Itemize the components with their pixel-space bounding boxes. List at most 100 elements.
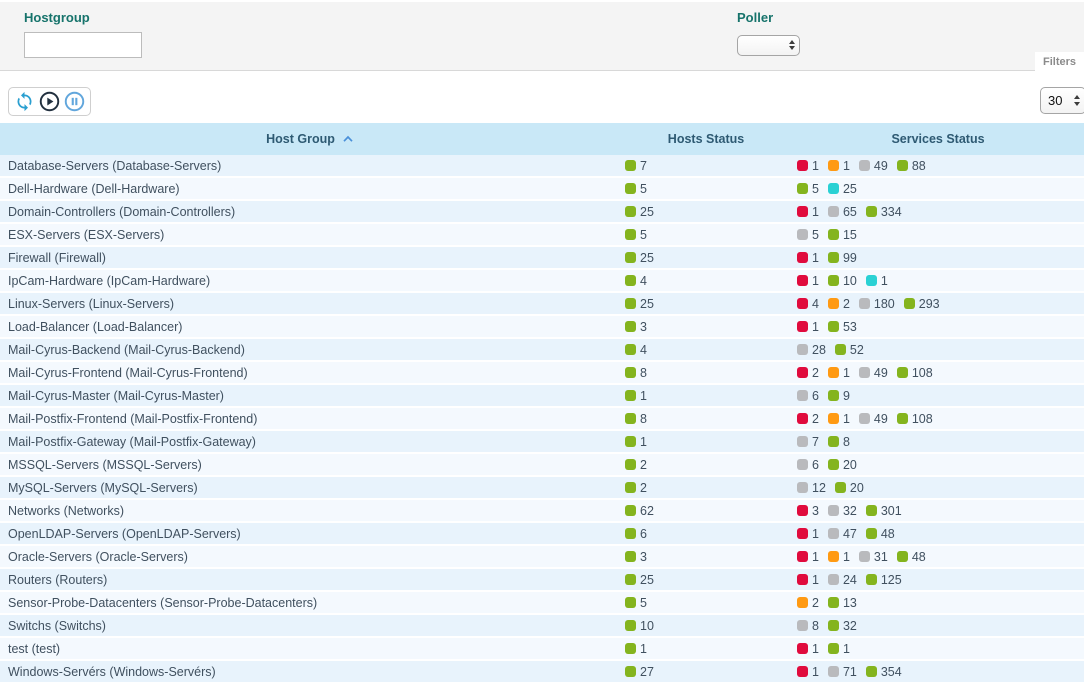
status-count-gray[interactable]: 71 (828, 665, 857, 679)
status-count-gray[interactable]: 28 (797, 343, 826, 357)
hostgroup-input[interactable] (24, 32, 142, 58)
status-count-green[interactable]: 48 (866, 527, 895, 541)
status-count-green[interactable]: 6 (625, 527, 647, 541)
table-row[interactable]: Load-Balancer (Load-Balancer)3153 (0, 316, 1084, 339)
page-size-select[interactable]: 30 (1040, 87, 1084, 114)
status-count-gray[interactable]: 32 (828, 504, 857, 518)
status-count-green[interactable]: 15 (828, 228, 857, 242)
status-count-red[interactable]: 1 (797, 527, 819, 541)
column-header-hosts-status[interactable]: Hosts Status (620, 132, 792, 146)
column-header-host-group[interactable]: Host Group (0, 132, 620, 146)
status-count-green[interactable]: 62 (625, 504, 654, 518)
table-row[interactable]: Oracle-Servers (Oracle-Servers)3113148 (0, 546, 1084, 569)
status-count-green[interactable]: 25 (625, 205, 654, 219)
status-count-red[interactable]: 1 (797, 274, 819, 288)
table-row[interactable]: Database-Servers (Database-Servers)71149… (0, 155, 1084, 178)
status-count-green[interactable]: 301 (866, 504, 902, 518)
status-count-gray[interactable]: 31 (859, 550, 888, 564)
table-row[interactable]: Mail-Postfix-Gateway (Mail-Postfix-Gatew… (0, 431, 1084, 454)
status-count-red[interactable]: 2 (797, 412, 819, 426)
status-count-green[interactable]: 27 (625, 665, 654, 679)
status-count-green[interactable]: 1 (625, 389, 647, 403)
status-count-green[interactable]: 125 (866, 573, 902, 587)
table-row[interactable]: Firewall (Firewall)25199 (0, 247, 1084, 270)
status-count-gray[interactable]: 65 (828, 205, 857, 219)
status-count-green[interactable]: 293 (904, 297, 940, 311)
status-count-green[interactable]: 8 (828, 435, 850, 449)
status-count-green[interactable]: 1 (625, 642, 647, 656)
status-count-red[interactable]: 1 (797, 665, 819, 679)
status-count-red[interactable]: 1 (797, 205, 819, 219)
status-count-green[interactable]: 4 (625, 343, 647, 357)
status-count-orange[interactable]: 2 (828, 297, 850, 311)
table-row[interactable]: Dell-Hardware (Dell-Hardware)5525 (0, 178, 1084, 201)
table-row[interactable]: Linux-Servers (Linux-Servers)2542180293 (0, 293, 1084, 316)
table-row[interactable]: Windows-Servérs (Windows-Servérs)2717135… (0, 661, 1084, 684)
status-count-gray[interactable]: 12 (797, 481, 826, 495)
status-count-green[interactable]: 25 (625, 251, 654, 265)
poller-select[interactable] (737, 35, 800, 56)
table-row[interactable]: Networks (Networks)62332301 (0, 500, 1084, 523)
status-count-cyan[interactable]: 25 (828, 182, 857, 196)
status-count-green[interactable]: 3 (625, 320, 647, 334)
status-count-orange[interactable]: 1 (828, 550, 850, 564)
status-count-red[interactable]: 1 (797, 573, 819, 587)
table-row[interactable]: Mail-Postfix-Frontend (Mail-Postfix-Fron… (0, 408, 1084, 431)
status-count-gray[interactable]: 6 (797, 458, 819, 472)
status-count-green[interactable]: 88 (897, 159, 926, 173)
status-count-orange[interactable]: 1 (828, 159, 850, 173)
status-count-red[interactable]: 1 (797, 320, 819, 334)
status-count-red[interactable]: 3 (797, 504, 819, 518)
status-count-gray[interactable]: 24 (828, 573, 857, 587)
status-count-green[interactable]: 8 (625, 412, 647, 426)
table-row[interactable]: Mail-Cyrus-Frontend (Mail-Cyrus-Frontend… (0, 362, 1084, 385)
status-count-orange[interactable]: 1 (828, 366, 850, 380)
status-count-gray[interactable]: 180 (859, 297, 895, 311)
status-count-gray[interactable]: 47 (828, 527, 857, 541)
status-count-green[interactable]: 9 (828, 389, 850, 403)
status-count-green[interactable]: 20 (828, 458, 857, 472)
table-row[interactable]: Routers (Routers)25124125 (0, 569, 1084, 592)
status-count-green[interactable]: 5 (625, 596, 647, 610)
table-row[interactable]: OpenLDAP-Servers (OpenLDAP-Servers)61474… (0, 523, 1084, 546)
status-count-red[interactable]: 1 (797, 642, 819, 656)
status-count-green[interactable]: 10 (828, 274, 857, 288)
status-count-green[interactable]: 2 (625, 481, 647, 495)
refresh-icon[interactable] (14, 91, 35, 112)
status-count-gray[interactable]: 5 (797, 228, 819, 242)
status-count-red[interactable]: 4 (797, 297, 819, 311)
status-count-green[interactable]: 108 (897, 412, 933, 426)
column-header-services-status[interactable]: Services Status (792, 132, 1084, 146)
table-row[interactable]: MySQL-Servers (MySQL-Servers)21220 (0, 477, 1084, 500)
table-row[interactable]: Mail-Cyrus-Backend (Mail-Cyrus-Backend)4… (0, 339, 1084, 362)
table-row[interactable]: Sensor-Probe-Datacenters (Sensor-Probe-D… (0, 592, 1084, 615)
status-count-gray[interactable]: 7 (797, 435, 819, 449)
table-row[interactable]: Switchs (Switchs)10832 (0, 615, 1084, 638)
status-count-gray[interactable]: 49 (859, 366, 888, 380)
status-count-red[interactable]: 1 (797, 550, 819, 564)
status-count-red[interactable]: 1 (797, 159, 819, 173)
status-count-green[interactable]: 108 (897, 366, 933, 380)
status-count-orange[interactable]: 1 (828, 412, 850, 426)
status-count-green[interactable]: 52 (835, 343, 864, 357)
status-count-green[interactable]: 7 (625, 159, 647, 173)
status-count-green[interactable]: 25 (625, 573, 654, 587)
status-count-gray[interactable]: 49 (859, 159, 888, 173)
status-count-orange[interactable]: 2 (797, 596, 819, 610)
status-count-green[interactable]: 5 (797, 182, 819, 196)
status-count-green[interactable]: 354 (866, 665, 902, 679)
status-count-green[interactable]: 334 (866, 205, 902, 219)
pause-icon[interactable] (64, 91, 85, 112)
status-count-green[interactable]: 5 (625, 228, 647, 242)
table-row[interactable]: MSSQL-Servers (MSSQL-Servers)2620 (0, 454, 1084, 477)
status-count-green[interactable]: 10 (625, 619, 654, 633)
status-count-green[interactable]: 1 (625, 435, 647, 449)
table-row[interactable]: Domain-Controllers (Domain-Controllers)2… (0, 201, 1084, 224)
status-count-green[interactable]: 48 (897, 550, 926, 564)
play-icon[interactable] (39, 91, 60, 112)
table-row[interactable]: IpCam-Hardware (IpCam-Hardware)41101 (0, 270, 1084, 293)
status-count-green[interactable]: 25 (625, 297, 654, 311)
status-count-green[interactable]: 3 (625, 550, 647, 564)
status-count-green[interactable]: 13 (828, 596, 857, 610)
status-count-gray[interactable]: 8 (797, 619, 819, 633)
